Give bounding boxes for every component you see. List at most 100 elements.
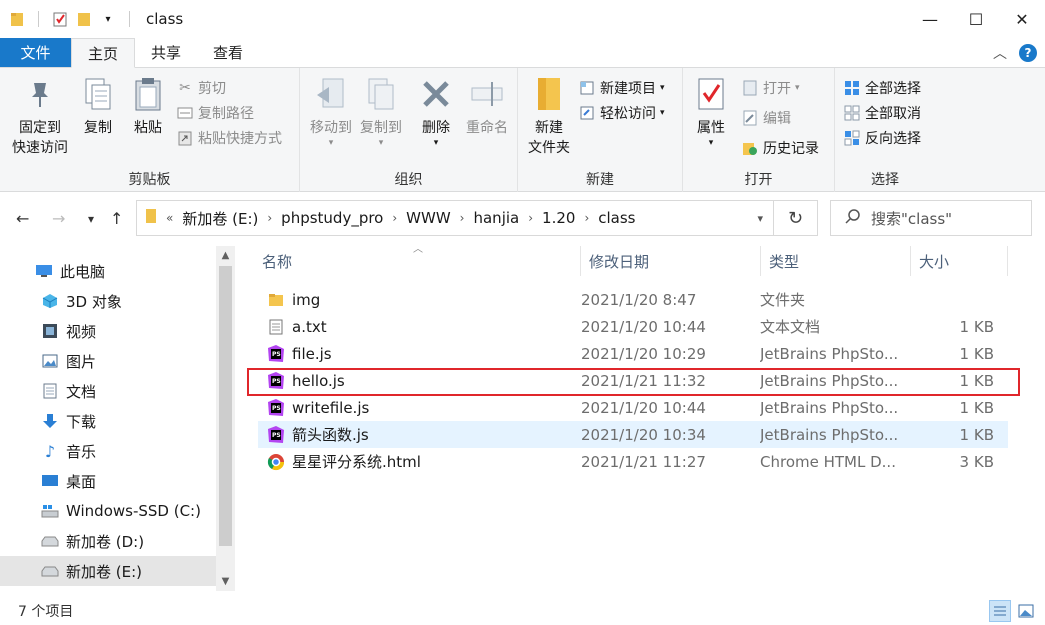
edit-button[interactable]: 编辑 [741,106,791,130]
file-row[interactable]: PS writefile.js 2021/1/20 10:44 JetBrains P… [258,394,1008,421]
file-date: 2021/1/20 10:44 [581,398,706,417]
breadcrumb-overflow[interactable]: « [163,211,176,225]
file-row[interactable]: img 2021/1/20 8:47 文件夹 [258,286,1008,313]
back-arrow-icon[interactable]: ← [16,209,29,228]
invert-selection-button[interactable]: 反向选择 [843,126,921,150]
breadcrumb-item[interactable]: class [592,209,641,227]
phpstorm-icon: PS [266,425,286,445]
address-bar[interactable]: « 新加卷 (E:) › phpstudy_pro › WWW › hanjia… [136,200,774,236]
select-none-label: 全部取消 [865,106,921,122]
nav-item-3d-objects[interactable]: 3D 对象 [0,286,216,316]
delete-button[interactable]: 删除 ▾ [416,74,456,148]
copy-button[interactable]: 复制 [76,74,120,138]
file-row[interactable]: PS file.js 2021/1/20 10:29 JetBrains PhpSto… [258,340,1008,367]
file-size: 1 KB [959,425,994,444]
minimize-button[interactable]: — [907,0,953,38]
breadcrumb-item[interactable]: hanjia [467,209,525,227]
nav-item-drive-e[interactable]: 新加卷 (E:) [0,556,216,586]
column-header-date[interactable]: 修改日期 [581,246,761,276]
move-to-icon [313,74,349,114]
breadcrumb-chevron-icon[interactable]: › [389,211,400,225]
folder-icon [137,208,163,228]
column-header-type[interactable]: 类型 [761,246,911,276]
nav-item-documents[interactable]: 文档 [0,376,216,406]
new-folder-qa-icon[interactable] [75,10,93,28]
up-arrow-icon[interactable]: ↑ [110,209,123,228]
breadcrumb-item[interactable]: phpstudy_pro [275,209,389,227]
file-size: 3 KB [959,452,994,471]
download-arrow-icon [40,412,60,430]
scroll-up-icon[interactable]: ▲ [216,250,235,261]
open-group-label: 打开 [744,172,773,188]
history-label: 历史记录 [763,141,819,157]
column-header-name[interactable]: 名称 [254,246,581,276]
new-item-button[interactable]: 新建项目 ▾ [578,76,665,100]
forward-arrow-icon[interactable]: → [52,209,65,228]
nav-item-videos[interactable]: 视频 [0,316,216,346]
nav-item-this-pc[interactable]: 此电脑 [0,256,216,286]
breadcrumb-item[interactable]: 1.20 [536,209,581,227]
help-icon[interactable]: ? [1019,43,1037,62]
tab-home[interactable]: 主页 [71,38,136,68]
copy-path-icon [176,104,194,122]
breadcrumb-chevron-icon[interactable]: › [264,211,275,225]
large-icons-view-icon[interactable] [1015,600,1037,622]
open-button[interactable]: 打开 ▾ [741,76,800,100]
file-name-cell: PS file.js [258,344,581,364]
rename-button[interactable]: 重命名 [460,74,514,138]
details-view-icon[interactable] [989,600,1011,622]
move-to-button[interactable]: 移动到 ▾ [306,74,356,148]
invert-selection-icon [843,129,861,147]
properties-qa-icon[interactable] [51,10,69,28]
easy-access-button[interactable]: 轻松访问 ▾ [578,101,665,125]
file-row[interactable]: 星星评分系统.html 2021/1/21 11:27 Chrome HTML D.… [258,448,1008,475]
nav-item-downloads[interactable]: 下载 [0,406,216,436]
select-all-button[interactable]: 全部选择 [843,76,921,100]
nav-item-drive-c[interactable]: Windows-SSD (C:) [0,496,216,526]
nav-item-music[interactable]: ♪ 音乐 [0,436,216,466]
tab-file[interactable]: 文件 [0,38,71,67]
nav-item-drive-d[interactable]: 新加卷 (D:) [0,526,216,556]
pin-to-quick-access-button[interactable]: 固定到 快速访问 [8,74,72,158]
file-type: JetBrains PhpSto... [760,425,899,444]
divider [129,11,130,27]
address-dropdown-icon[interactable]: ▾ [757,212,773,225]
edit-icon [741,109,759,127]
paste-button[interactable]: 粘贴 [126,74,170,138]
file-date: 2021/1/20 10:29 [581,344,706,363]
easy-access-label: 轻松访问 [600,106,656,122]
tab-share[interactable]: 共享 [135,38,197,67]
cut-button[interactable]: ✂ 剪切 [176,76,226,100]
copy-path-button[interactable]: 复制路径 [176,101,254,125]
copy-to-icon [363,74,399,114]
breadcrumb-item[interactable]: 新加卷 (E:) [176,208,264,229]
select-none-button[interactable]: 全部取消 [843,101,921,125]
close-button[interactable]: ✕ [999,0,1045,38]
breadcrumb-chevron-icon[interactable]: › [525,211,536,225]
nav-item-pictures[interactable]: 图片 [0,346,216,376]
customize-qa-dropdown-icon[interactable]: ▾ [99,10,117,28]
collapse-ribbon-icon[interactable]: ︿ [993,43,1007,63]
breadcrumb-item[interactable]: WWW [400,209,457,227]
nav-item-desktop[interactable]: 桌面 [0,466,216,496]
search-box[interactable]: 搜索"class" [830,200,1032,236]
history-button[interactable]: 历史记录 [741,136,819,160]
column-header-size[interactable]: 大小 [911,246,1008,276]
invert-selection-label: 反向选择 [865,131,921,147]
copy-to-button[interactable]: 复制到 ▾ [356,74,406,148]
navigation-scrollbar[interactable]: ▲ ▼ [216,246,235,591]
file-row[interactable]: PS 箭头函数.js 2021/1/20 10:34 JetBrains PhpSto… [258,421,1008,448]
breadcrumb-chevron-icon[interactable]: › [581,211,592,225]
refresh-button[interactable]: ↻ [774,200,818,236]
paste-shortcut-button[interactable]: 粘贴快捷方式 [176,126,282,150]
new-folder-button[interactable]: 新建 文件夹 [524,74,574,158]
file-row[interactable]: a.txt 2021/1/20 10:44 文本文档 1 KB [258,313,1008,340]
file-name: a.txt [292,317,327,336]
breadcrumb-chevron-icon[interactable]: › [457,211,468,225]
recent-locations-chevron-icon[interactable]: ▾ [88,212,94,226]
scrollbar-thumb[interactable] [219,266,232,546]
properties-button[interactable]: 属性 ▾ [689,74,733,148]
maximize-button[interactable]: ☐ [953,0,999,38]
tab-view[interactable]: 查看 [197,38,259,67]
scroll-down-icon[interactable]: ▼ [216,576,235,587]
